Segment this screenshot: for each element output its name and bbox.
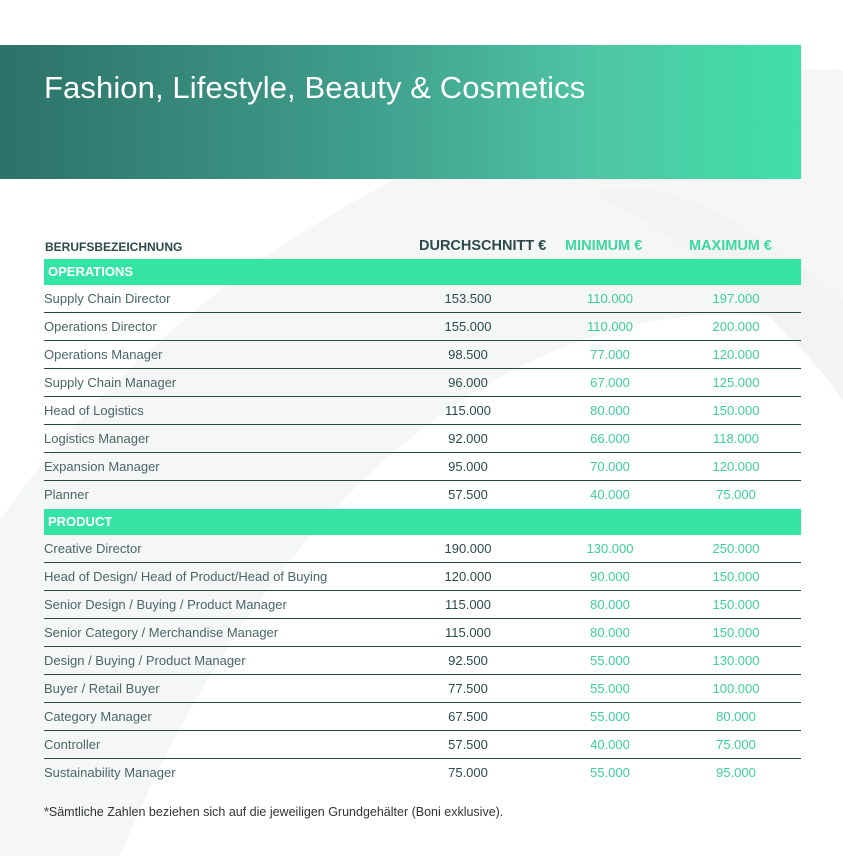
job-title-cell: Buyer / Retail Buyer: [44, 681, 160, 696]
average-cell: 153.500: [444, 291, 492, 306]
minimum-cell: 80.000: [590, 403, 630, 418]
table-row: Sustainability Manager 75.000 55.000 95.000: [44, 759, 801, 786]
maximum-cell: 250.000: [712, 541, 760, 556]
table-row: Logistics Manager 92.000 66.000 118.000: [44, 425, 801, 453]
job-title-cell: Design / Buying / Product Manager: [44, 653, 246, 668]
table-row: Creative Director 190.000 130.000 250.000: [44, 535, 801, 563]
job-title-cell: Senior Design / Buying / Product Manager: [44, 597, 287, 612]
minimum-cell: 55.000: [590, 653, 630, 668]
minimum-cell: 80.000: [590, 597, 630, 612]
job-title-cell: Supply Chain Director: [44, 291, 171, 306]
table-header: BERUFSBEZEICHNUNG DURCHSCHNITT € MINIMUM…: [44, 234, 801, 258]
table-row: Operations Manager 98.500 77.000 120.000: [44, 341, 801, 369]
average-cell: 92.500: [448, 653, 488, 668]
table-body: OPERATIONS Supply Chain Director 153.500 11…: [44, 259, 801, 786]
maximum-cell: 150.000: [712, 597, 760, 612]
minimum-cell: 40.000: [590, 487, 630, 502]
average-cell: 57.500: [448, 737, 488, 752]
average-cell: 96.000: [448, 375, 488, 390]
maximum-cell: 118.000: [712, 431, 760, 446]
minimum-cell: 67.000: [590, 375, 630, 390]
header-average: DURCHSCHNITT €: [419, 238, 547, 254]
table-row: Supply Chain Manager 96.000 67.000 125.000: [44, 369, 801, 397]
average-cell: 155.000: [444, 319, 492, 334]
table-row: Category Manager 67.500 55.000 80.000: [44, 703, 801, 731]
job-title-cell: Creative Director: [44, 541, 142, 556]
footnote: *Sämtliche Zahlen beziehen sich auf die …: [44, 805, 504, 819]
maximum-cell: 197.000: [712, 291, 760, 306]
minimum-cell: 110.000: [586, 319, 634, 334]
minimum-cell: 55.000: [590, 709, 630, 724]
table-row: Head of Design/ Head of Product/Head of …: [44, 563, 801, 591]
minimum-cell: 77.000: [590, 347, 630, 362]
job-title-cell: Head of Design/ Head of Product/Head of …: [44, 569, 328, 584]
header-maximum: MAXIMUM €: [689, 238, 772, 254]
table-row: Planner 57.500 40.000 75.000: [44, 481, 801, 508]
table-row: Buyer / Retail Buyer 77.500 55.000 100.000: [44, 675, 801, 703]
salary-table: BERUFSBEZEICHNUNG DURCHSCHNITT € MINIMUM…: [44, 234, 801, 786]
table-row: Operations Director 155.000 110.000 200.000: [44, 313, 801, 341]
table-row: Expansion Manager 95.000 70.000 120.000: [44, 453, 801, 481]
maximum-cell: 95.000: [716, 765, 756, 780]
section-header: PRODUCT: [44, 509, 801, 535]
header-job-title: BERUFSBEZEICHNUNG: [45, 240, 183, 254]
minimum-cell: 80.000: [590, 625, 630, 640]
minimum-cell: 40.000: [590, 737, 630, 752]
average-cell: 75.000: [448, 765, 488, 780]
maximum-cell: 100.000: [712, 681, 760, 696]
job-title-cell: Category Manager: [44, 709, 152, 724]
maximum-cell: 150.000: [712, 403, 760, 418]
job-title-cell: Operations Manager: [44, 347, 163, 362]
average-cell: 77.500: [448, 681, 488, 696]
job-title-cell: Logistics Manager: [44, 431, 150, 446]
average-cell: 120.000: [444, 569, 492, 584]
table-row: Supply Chain Director 153.500 110.000 197.0…: [44, 285, 801, 313]
minimum-cell: 66.000: [590, 431, 630, 446]
average-cell: 67.500: [448, 709, 488, 724]
job-title-cell: Sustainability Manager: [44, 765, 176, 780]
average-cell: 190.000: [444, 541, 492, 556]
maximum-cell: 120.000: [712, 347, 760, 362]
job-title-cell: Senior Category / Merchandise Manager: [44, 625, 279, 640]
maximum-cell: 125.000: [712, 375, 760, 390]
maximum-cell: 130.000: [712, 653, 760, 668]
table-row: Senior Category / Merchandise Manager 115…: [44, 619, 801, 647]
section-header: OPERATIONS: [44, 259, 801, 285]
job-title-cell: Supply Chain Manager: [44, 375, 177, 390]
table-row: Head of Logistics 115.000 80.000 150.000: [44, 397, 801, 425]
table-row: Senior Design / Buying / Product Manager…: [44, 591, 801, 619]
job-title-cell: Expansion Manager: [44, 459, 160, 474]
job-title-cell: Planner: [44, 487, 89, 502]
maximum-cell: 80.000: [716, 709, 756, 724]
maximum-cell: 75.000: [716, 487, 756, 502]
job-title-cell: Operations Director: [44, 319, 157, 334]
average-cell: 92.000: [448, 431, 488, 446]
job-title-cell: Head of Logistics: [44, 403, 144, 418]
table-row: Design / Buying / Product Manager 92.500 5…: [44, 647, 801, 675]
minimum-cell: 110.000: [586, 291, 634, 306]
minimum-cell: 55.000: [590, 681, 630, 696]
header-minimum: MINIMUM €: [565, 238, 643, 254]
minimum-cell: 90.000: [590, 569, 630, 584]
maximum-cell: 120.000: [712, 459, 760, 474]
average-cell: 115.000: [444, 625, 492, 640]
maximum-cell: 75.000: [716, 737, 756, 752]
job-title-cell: Controller: [44, 737, 101, 752]
page-title: Fashion, Lifestyle, Beauty & Cosmetics: [44, 70, 586, 105]
maximum-cell: 200.000: [712, 319, 760, 334]
average-cell: 95.000: [448, 459, 488, 474]
average-cell: 115.000: [444, 597, 492, 612]
header-banner: [0, 45, 801, 179]
minimum-cell: 130.000: [586, 541, 634, 556]
maximum-cell: 150.000: [712, 625, 760, 640]
average-cell: 98.500: [448, 347, 488, 362]
average-cell: 115.000: [444, 403, 492, 418]
minimum-cell: 55.000: [590, 765, 630, 780]
average-cell: 57.500: [448, 487, 488, 502]
maximum-cell: 150.000: [712, 569, 760, 584]
table-row: Controller 57.500 40.000 75.000: [44, 731, 801, 759]
minimum-cell: 70.000: [590, 459, 630, 474]
